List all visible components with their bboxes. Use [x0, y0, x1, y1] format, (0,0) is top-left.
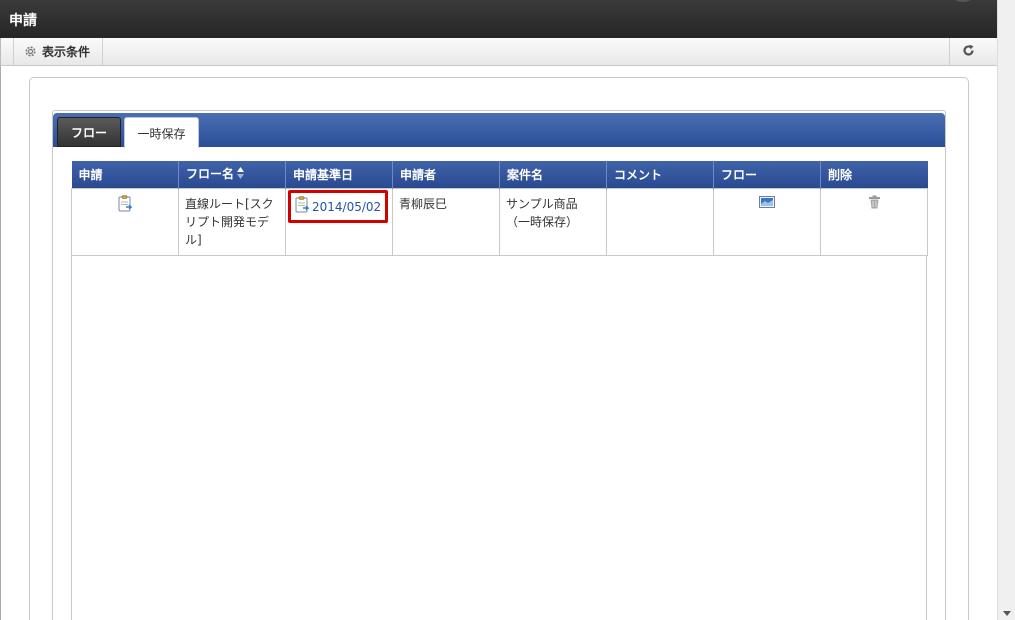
flow-image-icon[interactable]: [759, 195, 775, 213]
delete-cell: [820, 187, 928, 256]
application-table: 申請 フロー名 申請基準日 申請者 案件名 コメント フロー 削除 直線ルート[…: [71, 161, 928, 256]
apply-cell: [71, 187, 179, 256]
tab-flow[interactable]: フロー: [57, 117, 121, 147]
flow-name-cell: 直線ルート[スクリプト開発モデル]: [178, 187, 286, 256]
window-title: 申請: [9, 13, 37, 29]
header-base-date: 申請基準日: [285, 161, 393, 188]
table-header-row: 申請 フロー名 申請基準日 申請者 案件名 コメント フロー 削除: [71, 161, 928, 188]
left-border: [0, 66, 1, 620]
toolbar: 表示条件: [0, 38, 997, 66]
clipboard-icon[interactable]: [118, 194, 133, 217]
base-date-link[interactable]: 2014/05/02: [312, 198, 381, 216]
refresh-button[interactable]: [949, 38, 987, 65]
clipboard-icon[interactable]: [295, 195, 310, 218]
applicant-cell: 青柳辰巳: [392, 187, 500, 256]
date-highlight-box: 2014/05/02: [288, 189, 389, 223]
header-flow-name-cell[interactable]: フロー名: [178, 161, 286, 188]
display-conditions-label: 表示条件: [42, 45, 91, 59]
vertical-scrollbar[interactable]: [997, 0, 1015, 620]
tab-bar: フロー 一時保存: [53, 113, 945, 148]
display-conditions-button[interactable]: 表示条件: [13, 38, 104, 65]
refresh-icon: [962, 44, 975, 60]
header-delete: 削除: [820, 161, 928, 188]
sort-icon[interactable]: [236, 166, 245, 183]
table-row: 直線ルート[スクリプト開発モデル] 2014/05/02 青柳辰巳 サンプル商品…: [71, 187, 928, 256]
header-comment: コメント: [606, 161, 714, 188]
gear-icon: [24, 45, 37, 58]
flow-cell: [713, 187, 821, 256]
trash-icon[interactable]: [868, 195, 881, 214]
header-case-name: 案件名: [499, 161, 607, 188]
table-body-area: [71, 255, 927, 620]
header-flow-name[interactable]: フロー名: [186, 167, 234, 181]
base-date-cell: 2014/05/02: [285, 187, 393, 256]
header-flow: フロー: [713, 161, 821, 188]
comment-cell: [606, 187, 714, 256]
title-bar: 申請: [0, 0, 997, 38]
header-applicant: 申請者: [392, 161, 500, 188]
corner-decoration: [951, 0, 975, 2]
tab-temporary-save[interactable]: 一時保存: [124, 117, 199, 148]
header-apply: 申請: [71, 161, 179, 188]
case-name-cell: サンプル商品（一時保存）: [499, 187, 607, 256]
scroll-down-icon[interactable]: [1003, 611, 1011, 616]
